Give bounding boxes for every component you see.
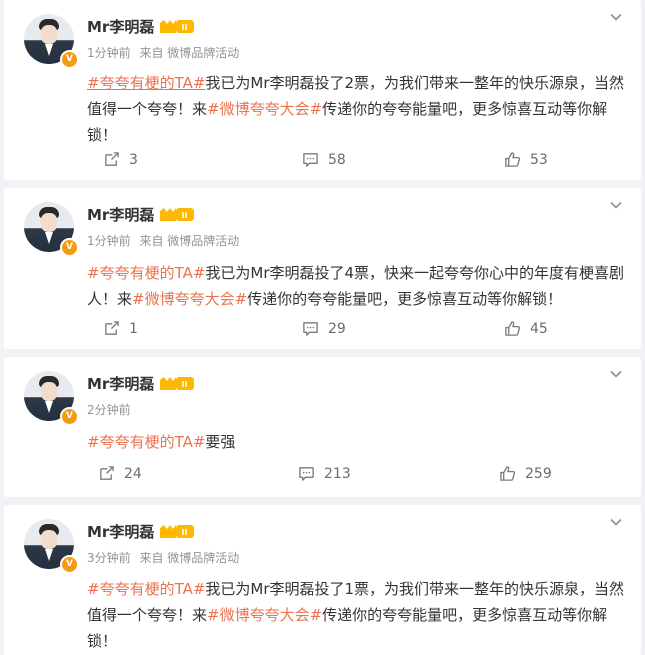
repost-button[interactable]: 1 [103, 320, 138, 337]
comment-count: 213 [324, 465, 351, 482]
thumbs-up-icon [500, 466, 516, 481]
comment-button[interactable]: 213 [298, 465, 351, 482]
verified-badge-icon: V [60, 238, 79, 257]
author-name[interactable]: Mr李明磊 [87, 16, 154, 37]
repost-button[interactable]: 24 [98, 465, 142, 482]
level-badge-icon: II [160, 20, 194, 33]
chevron-down-icon[interactable] [609, 10, 623, 24]
chevron-down-icon[interactable] [609, 515, 623, 529]
repost-count: 3 [129, 151, 138, 168]
post-source: 来自 微博品牌活动 [139, 46, 240, 60]
repost-count: 1 [129, 320, 138, 337]
comment-button[interactable]: 58 [302, 151, 346, 168]
verified-badge-icon: V [60, 407, 79, 426]
repost-button[interactable]: 3 [103, 151, 138, 168]
comment-icon [303, 153, 318, 167]
post-meta: 3分钟前 来自 微博品牌活动 [87, 549, 244, 566]
chevron-down-icon[interactable] [609, 367, 623, 381]
author-name[interactable]: Mr李明磊 [87, 204, 154, 225]
topic-link[interactable]: #微博夸夸大会# [207, 100, 322, 118]
thumbs-up-icon [505, 152, 521, 167]
comment-button[interactable]: 29 [302, 320, 346, 337]
thumbs-up-icon [505, 321, 521, 336]
chevron-down-icon[interactable] [609, 198, 623, 212]
post-text: #夸夸有梗的TA#要强 [87, 429, 625, 455]
comment-count: 58 [328, 151, 346, 168]
author-name[interactable]: Mr李明磊 [87, 521, 154, 542]
post-text: #夸夸有梗的TA#我已为Mr李明磊投了4票，快来一起夸夸你心中的年度有梗喜剧人！… [87, 260, 625, 312]
like-count: 259 [525, 465, 552, 482]
weibo-feed: V Mr李明磊 II 1分钟前 来自 微博品牌活动 #夸夸有梗的TA#我已为Mr… [0, 0, 645, 655]
like-count: 53 [530, 151, 548, 168]
post-meta: 2分钟前 [87, 401, 141, 418]
verified-badge-icon: V [60, 555, 79, 574]
post-source: 来自 微博品牌活动 [139, 551, 240, 565]
svg-text:II: II [182, 380, 188, 389]
topic-link[interactable]: #夸夸有梗的TA# [87, 74, 205, 92]
post-card: V Mr李明磊 II 1分钟前 来自 微博品牌活动 #夸夸有梗的TA#我已为Mr… [4, 0, 641, 180]
post-meta: 1分钟前 来自 微博品牌活动 [87, 44, 244, 61]
repost-icon [105, 321, 119, 335]
svg-text:II: II [182, 211, 188, 220]
repost-icon [100, 466, 114, 480]
post-actions: 24 213 259 [4, 465, 641, 487]
like-button[interactable]: 259 [499, 465, 552, 482]
comment-icon [299, 467, 314, 481]
topic-link[interactable]: #夸夸有梗的TA# [87, 580, 205, 598]
post-card: V Mr李明磊 II 1分钟前 来自 微博品牌活动 #夸夸有梗的TA#我已为Mr… [4, 188, 641, 349]
post-time[interactable]: 2分钟前 [87, 403, 131, 417]
verified-badge-icon: V [60, 50, 79, 69]
author-name[interactable]: Mr李明磊 [87, 373, 154, 394]
comment-icon [303, 322, 318, 336]
post-card: V Mr李明磊 II 3分钟前 来自 微博品牌活动 #夸夸有梗的TA#我已为Mr… [4, 505, 641, 655]
post-text-segment: 要强 [205, 433, 236, 451]
like-count: 45 [530, 320, 548, 337]
post-text: #夸夸有梗的TA#我已为Mr李明磊投了1票，为我们带来一整年的快乐源泉，当然值得… [87, 576, 625, 654]
repost-count: 24 [124, 465, 142, 482]
post-meta: 1分钟前 来自 微博品牌活动 [87, 232, 244, 249]
level-badge-icon: II [160, 208, 194, 221]
like-button[interactable]: 45 [504, 320, 548, 337]
topic-link[interactable]: #夸夸有梗的TA# [87, 264, 205, 282]
post-card: V Mr李明磊 II 2分钟前 #夸夸有梗的TA#要强 24 213 259 [4, 357, 641, 497]
topic-link[interactable]: #夸夸有梗的TA# [87, 433, 205, 451]
repost-icon [105, 152, 119, 166]
post-text-segment: 传递你的夸夸能量吧，更多惊喜互动等你解锁！ [247, 290, 563, 308]
topic-link[interactable]: #微博夸夸大会# [207, 606, 322, 624]
post-time[interactable]: 3分钟前 [87, 551, 131, 565]
post-text: #夸夸有梗的TA#我已为Mr李明磊投了2票，为我们带来一整年的快乐源泉，当然值得… [87, 70, 625, 148]
svg-text:II: II [182, 23, 188, 32]
level-badge-icon: II [160, 377, 194, 390]
comment-count: 29 [328, 320, 346, 337]
level-badge-icon: II [160, 525, 194, 538]
post-actions: 3 58 53 [4, 151, 641, 173]
post-time[interactable]: 1分钟前 [87, 234, 131, 248]
svg-text:II: II [182, 528, 188, 537]
post-time[interactable]: 1分钟前 [87, 46, 131, 60]
like-button[interactable]: 53 [504, 151, 548, 168]
post-source: 来自 微博品牌活动 [139, 234, 240, 248]
post-actions: 1 29 45 [4, 320, 641, 342]
topic-link[interactable]: #微博夸夸大会# [132, 290, 247, 308]
